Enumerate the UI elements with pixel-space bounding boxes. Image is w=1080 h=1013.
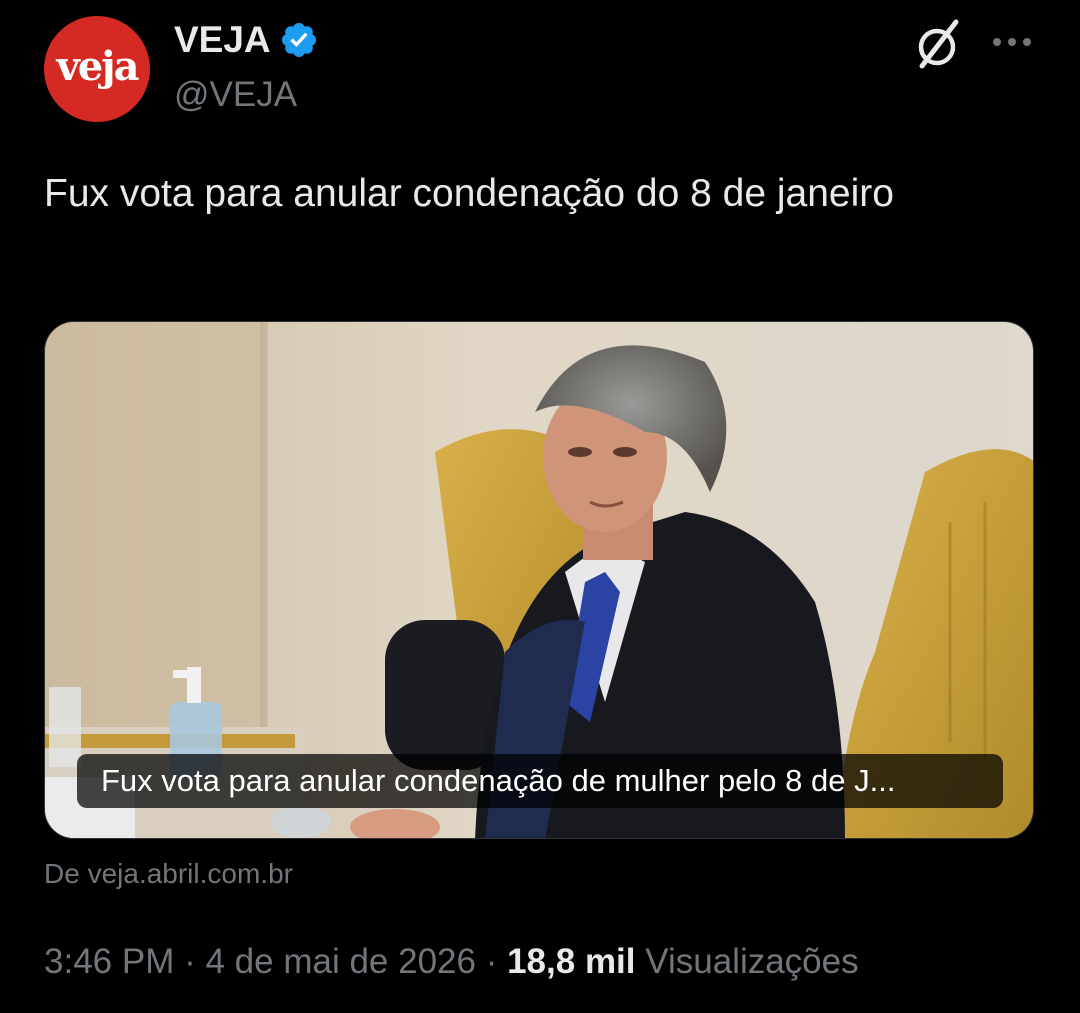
views-count[interactable]: 18,8 mil [507, 942, 635, 981]
tweet-text: Fux vota para anular condenação do 8 de … [44, 172, 894, 215]
tweet-time[interactable]: 3:46 PM [44, 942, 174, 981]
avatar[interactable]: veja [44, 16, 150, 122]
views-label: Visualizações [645, 942, 859, 981]
meta-separator: · [184, 942, 196, 981]
author-handle[interactable]: @VEJA [174, 74, 297, 116]
grok-icon[interactable] [910, 16, 966, 72]
link-card[interactable]: Fux vota para anular condenação de mulhe… [44, 321, 1034, 839]
card-caption[interactable]: Fux vota para anular condenação de mulhe… [77, 754, 1003, 808]
avatar-logo-text: veja [56, 42, 139, 90]
card-source[interactable]: De veja.abril.com.br [44, 854, 293, 894]
author-name-row[interactable]: VEJA [174, 18, 319, 62]
meta-separator: · [485, 942, 498, 981]
tweet-date[interactable]: 4 de mai de 2026 [205, 942, 475, 981]
more-options-icon[interactable] [988, 22, 1036, 62]
tweet-meta: 3:46 PM · 4 de mai de 2026 · 18,8 mil Vi… [44, 940, 859, 984]
verified-badge-icon [281, 22, 316, 58]
display-name[interactable]: VEJA [174, 18, 271, 62]
